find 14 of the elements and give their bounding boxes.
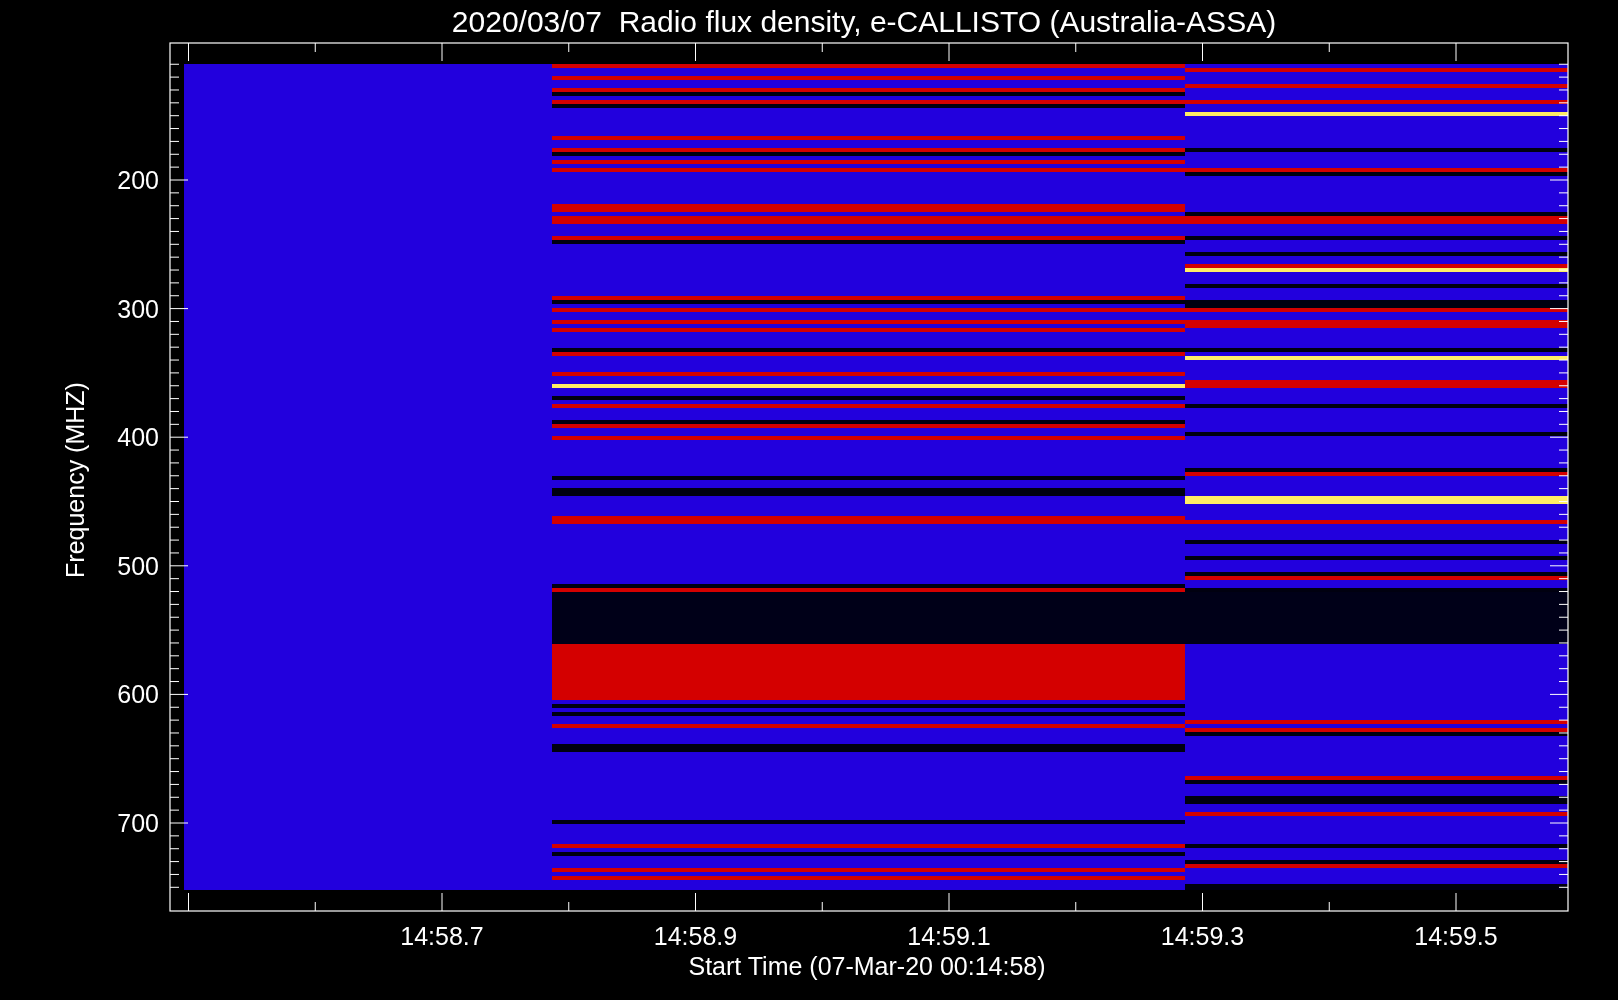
tick-label: 14:58.9	[653, 922, 738, 950]
tick-label: 600	[117, 680, 159, 709]
tick-label: 700	[117, 809, 159, 837]
axis-title: Frequency (MHZ)	[61, 382, 89, 578]
axis-title: Start Time (07-Mar-20 00:14:58)	[688, 952, 1046, 980]
tick-label: 14:58.7	[400, 922, 484, 950]
tick-label: 14:59.1	[907, 922, 991, 950]
tick-label: 14:59.5	[1414, 922, 1498, 950]
tick-label: 14:59.3	[1160, 922, 1245, 950]
tick-label: 500	[117, 551, 159, 580]
chart-title: 2020/03/07 Radio flux density, e-CALLISTO (Australia-ASSA)	[451, 5, 1277, 38]
tick-label: 200	[117, 166, 159, 194]
tick-label: 300	[117, 294, 159, 323]
tick-label: 400	[117, 423, 159, 452]
